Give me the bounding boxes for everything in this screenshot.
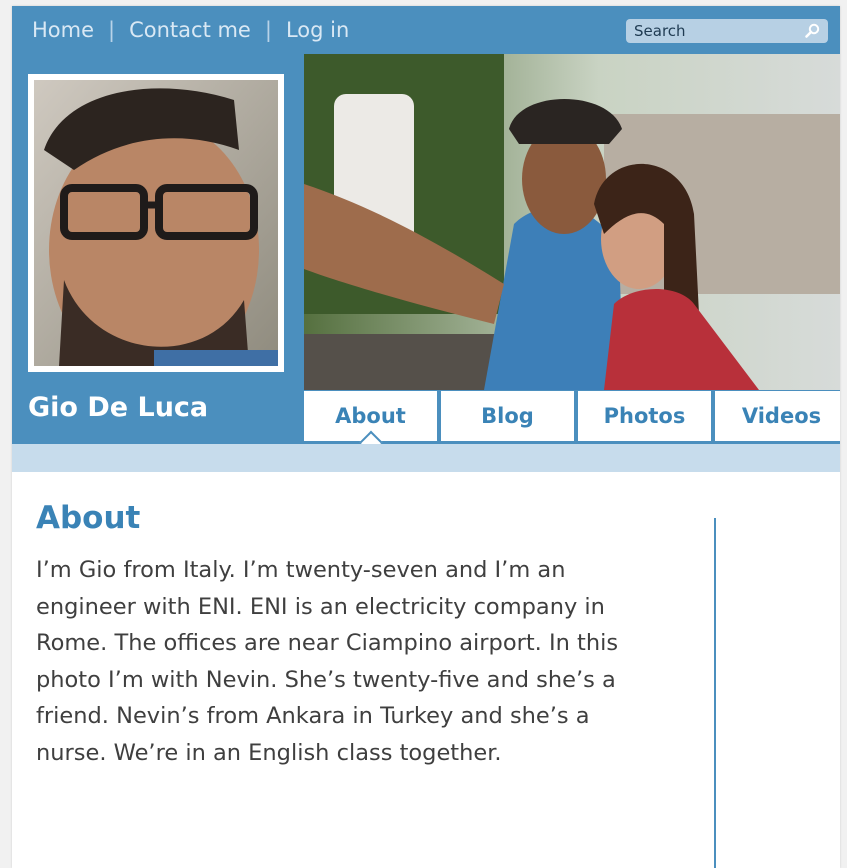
tab-photos[interactable]: Photos [578,391,711,441]
tab-blog[interactable]: Blog [441,391,574,441]
profile-page: Home | Contact me | Log in Search Gio De… [12,6,840,868]
profile-name: Gio De Luca [28,392,209,423]
about-text: I’m Gio from Italy. I’m twenty-seven and… [36,557,619,766]
search-input[interactable] [634,22,794,40]
tab-videos[interactable]: Videos [715,391,840,441]
section-title: About [36,500,141,536]
profile-portrait-image [34,80,278,366]
profile-tabs: About Blog Photos Videos [304,391,840,443]
sidebar-divider [714,518,716,868]
nav-home-link[interactable]: Home [32,18,94,42]
nav-separator: | [264,18,272,42]
top-navigation: Home | Contact me | Log in [32,15,349,45]
header-divider-strip [12,444,840,472]
cover-photo [304,54,840,390]
tab-about[interactable]: About [304,391,437,441]
search-icon[interactable] [804,23,820,39]
profile-photo [28,74,284,372]
cover-selfie-image [304,54,840,390]
nav-contact-link[interactable]: Contact me [129,18,251,42]
profile-header: Home | Contact me | Log in Search Gio De… [12,6,840,444]
nav-login-link[interactable]: Log in [286,18,349,42]
nav-separator: | [108,18,116,42]
search-box [626,19,828,43]
about-section: About I’m Gio from Italy. I’m twenty-sev… [36,500,656,771]
